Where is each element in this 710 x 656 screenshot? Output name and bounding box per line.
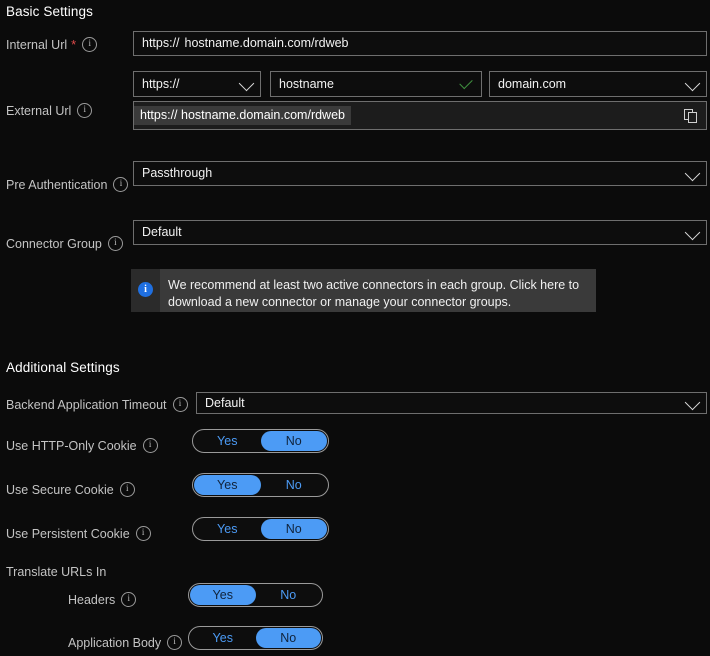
pre-authentication-value: Passthrough [142, 166, 213, 181]
additional-settings-heading: Additional Settings [6, 360, 120, 375]
pre-authentication-label: Pre Authentication [6, 177, 129, 192]
toggle-option-no[interactable]: No [255, 628, 321, 648]
banner-message-line1: We recommend at least two active connect… [168, 278, 580, 292]
connector-group-select[interactable]: Default [133, 220, 707, 245]
connector-group-value: Default [142, 225, 182, 240]
internal-url-label-text: Internal Url [6, 37, 68, 52]
banner-message: We recommend at least two active connect… [160, 269, 589, 320]
domain-select-value: domain.com [498, 76, 567, 91]
toggle-option-yes[interactable]: Yes [194, 431, 261, 451]
chevron-down-icon [684, 165, 701, 181]
internal-url-label: Internal Url * [6, 37, 98, 52]
info-icon[interactable] [167, 635, 183, 650]
chevron-down-icon [684, 75, 701, 92]
info-icon[interactable] [77, 103, 93, 118]
banner-icon-strip [131, 269, 160, 312]
backend-application-timeout-label: Backend Application Timeout [6, 397, 188, 412]
toggle-option-no[interactable]: No [261, 475, 328, 495]
chevron-down-icon [684, 224, 701, 240]
internal-url-input[interactable]: https:// hostname.domain.com/rdweb [133, 31, 707, 56]
hostname-input[interactable]: hostname [270, 71, 482, 97]
use-http-only-cookie-label-text: Use HTTP-Only Cookie [6, 438, 137, 453]
translate-urls-in-label-text: Translate URLs In [6, 565, 107, 579]
toggle-option-no[interactable]: No [260, 431, 327, 451]
toggle-option-yes[interactable]: Yes [194, 519, 261, 539]
backend-application-timeout-value: Default [205, 395, 245, 410]
info-icon[interactable] [107, 236, 123, 251]
backend-application-timeout-select[interactable]: Default [196, 392, 707, 414]
copy-icon[interactable] [679, 105, 703, 128]
basic-settings-heading: Basic Settings [6, 4, 93, 19]
use-persistent-cookie-label-text: Use Persistent Cookie [6, 526, 130, 541]
external-url-label: External Url [6, 103, 93, 118]
validation-check-icon [459, 75, 473, 90]
settings-form: Basic Settings Internal Url * https:// h… [0, 0, 710, 656]
translate-headers-label: Headers [68, 592, 137, 607]
banner-message-line2: download a new connector or manage your … [168, 295, 512, 309]
translate-application-body-label: Application Body [68, 635, 183, 650]
translate-application-body-toggle[interactable]: Yes No [188, 626, 323, 650]
toggle-option-yes[interactable]: Yes [190, 628, 256, 648]
use-persistent-cookie-toggle[interactable]: Yes No [192, 517, 329, 541]
use-http-only-cookie-toggle[interactable]: Yes No [192, 429, 329, 453]
chevron-down-icon [238, 75, 255, 92]
use-secure-cookie-label-text: Use Secure Cookie [6, 482, 114, 497]
use-http-only-cookie-label: Use HTTP-Only Cookie [6, 438, 158, 453]
info-icon[interactable] [172, 397, 188, 412]
toggle-option-yes[interactable]: Yes [194, 475, 261, 495]
translate-headers-label-text: Headers [68, 592, 116, 607]
external-url-label-text: External Url [6, 103, 72, 118]
info-icon[interactable] [121, 592, 137, 607]
external-url-value: hostname.domain.com/rdweb [181, 107, 345, 122]
info-icon[interactable] [82, 37, 98, 52]
info-circle-icon [138, 282, 153, 297]
use-secure-cookie-toggle[interactable]: Yes No [192, 473, 329, 497]
connector-group-label: Connector Group [6, 236, 123, 251]
hostname-input-value: hostname [279, 76, 334, 91]
external-url-input[interactable]: https:// hostname.domain.com/rdweb [133, 101, 707, 130]
use-secure-cookie-label: Use Secure Cookie [6, 482, 135, 497]
backend-application-timeout-label-text: Backend Application Timeout [6, 397, 167, 412]
external-url-selected-text: https:// hostname.domain.com/rdweb [134, 105, 351, 126]
translate-application-body-label-text: Application Body [68, 635, 162, 650]
translate-urls-in-label: Translate URLs In [6, 565, 106, 579]
toggle-option-no[interactable]: No [260, 519, 327, 539]
domain-select[interactable]: domain.com [489, 71, 707, 97]
required-asterisk-icon: * [71, 37, 77, 52]
toggle-option-no[interactable]: No [256, 585, 322, 605]
pre-authentication-label-text: Pre Authentication [6, 177, 108, 192]
info-icon[interactable] [113, 177, 129, 192]
chevron-down-icon [684, 394, 701, 411]
translate-headers-toggle[interactable]: Yes No [188, 583, 323, 607]
pre-authentication-select[interactable]: Passthrough [133, 161, 707, 186]
internal-url-scheme: https:// [142, 36, 180, 51]
scheme-select-value: https:// [142, 76, 180, 91]
scheme-select[interactable]: https:// [133, 71, 261, 97]
toggle-option-yes[interactable]: Yes [190, 585, 256, 605]
field-border-gap [184, 31, 705, 32]
connector-recommendation-banner[interactable]: We recommend at least two active connect… [131, 269, 596, 312]
internal-url-value: hostname.domain.com/rdweb [184, 36, 349, 51]
connector-group-label-text: Connector Group [6, 236, 102, 251]
info-icon[interactable] [142, 438, 158, 453]
info-icon[interactable] [119, 482, 135, 497]
use-persistent-cookie-label: Use Persistent Cookie [6, 526, 151, 541]
external-url-scheme: https:// [140, 107, 178, 122]
info-icon[interactable] [135, 526, 151, 541]
